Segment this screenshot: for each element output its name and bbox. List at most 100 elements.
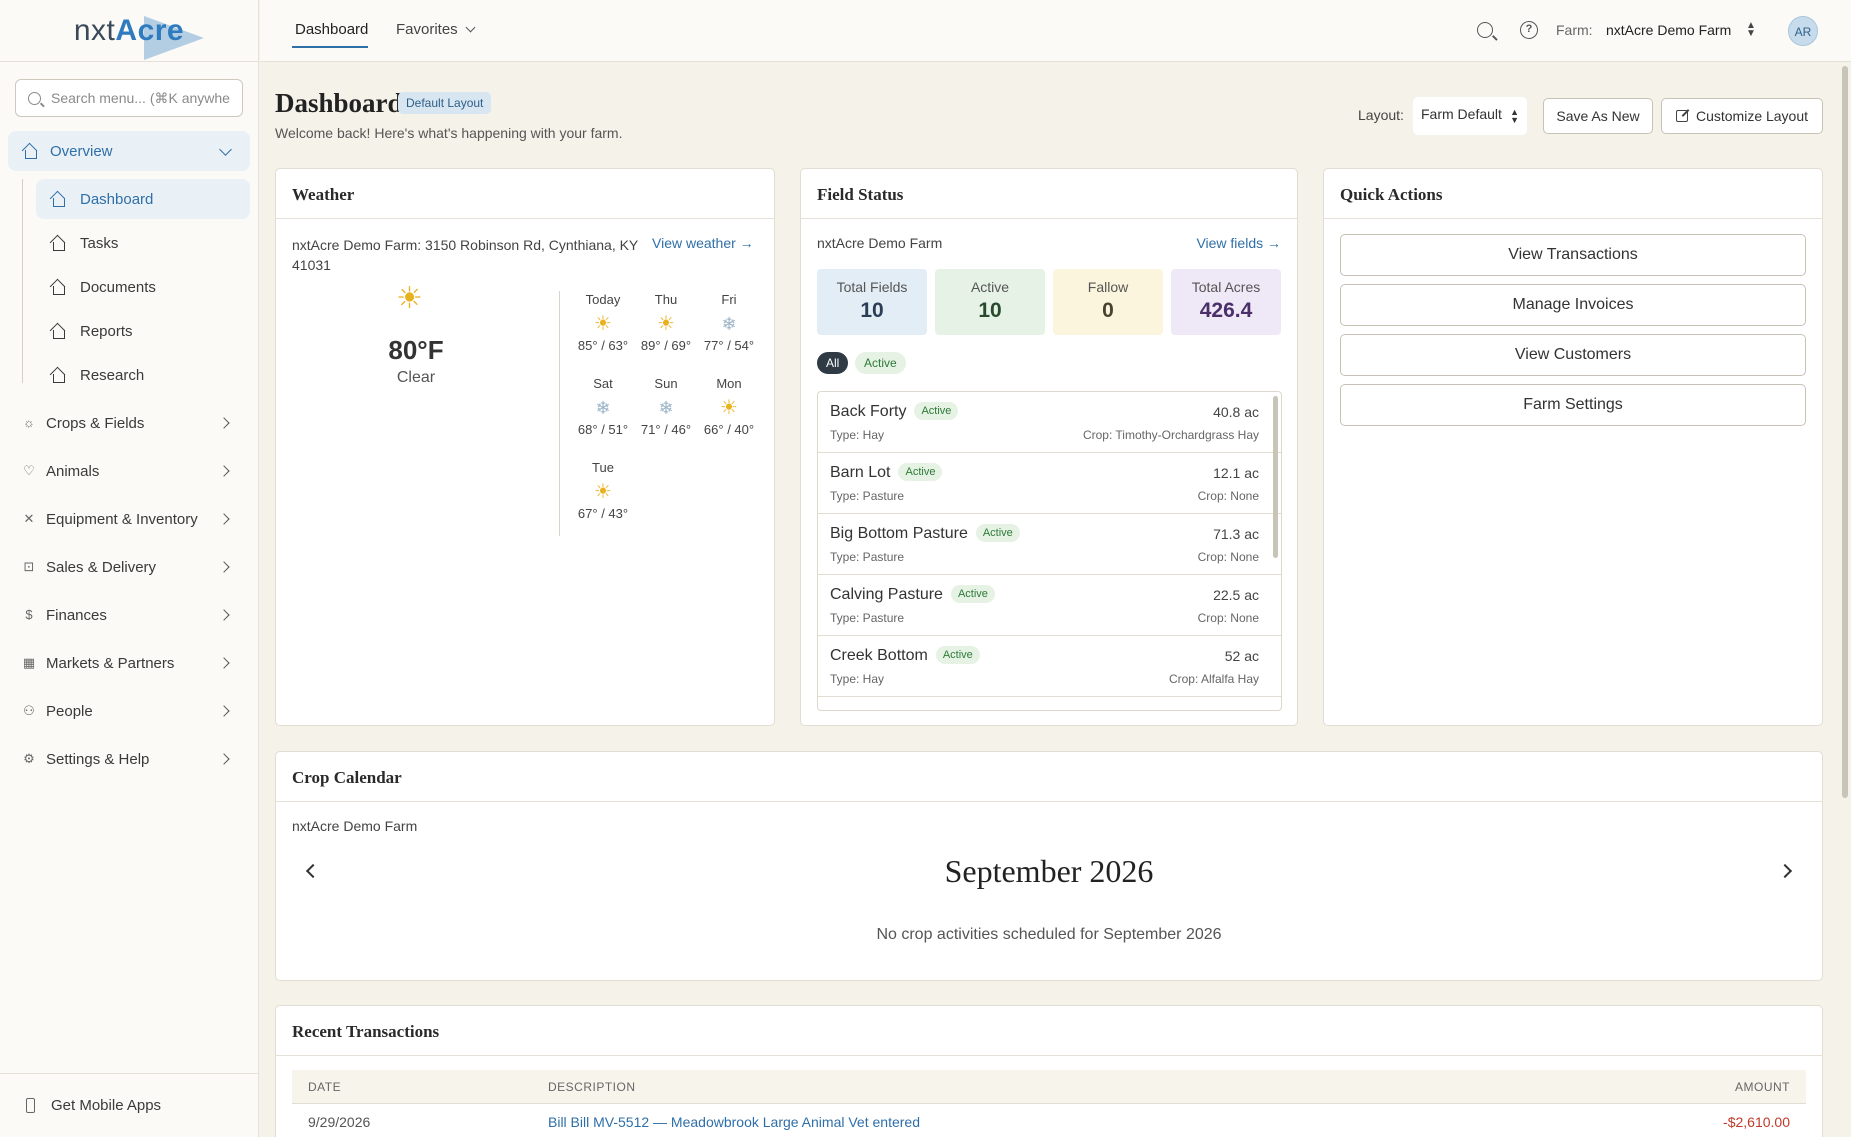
layout-select-value: Farm Default: [1421, 106, 1502, 122]
recent-transactions-card: Recent Transactions DATE DESCRIPTION AMO…: [275, 1005, 1823, 1137]
sidebar-item-label: Crops & Fields: [46, 414, 145, 432]
table-row[interactable]: 9/29/2026 Bill Bill MV-5512 — Meadowbroo…: [292, 1104, 1806, 1137]
sidebar-item-label: Tasks: [80, 234, 119, 252]
updown-icon: ▲ ▼: [1510, 107, 1519, 125]
view-transactions-button[interactable]: View Transactions: [1340, 234, 1806, 276]
field-acres: 52 ac: [1224, 648, 1259, 664]
scrollbar[interactable]: [1273, 396, 1278, 558]
sun-icon: ☀: [396, 282, 423, 315]
sidebar-group-overview[interactable]: Overview: [8, 131, 250, 171]
sidebar-item-research[interactable]: Research: [36, 355, 250, 395]
forecast-temp: 85° / 63°: [577, 338, 629, 353]
field-acres: 12.1 ac: [1213, 465, 1259, 481]
sidebar-item-label: Finances: [46, 606, 107, 624]
page-subtitle: Welcome back! Here's what's happening wi…: [275, 125, 623, 141]
people-icon: ⚇: [23, 703, 35, 718]
sidebar-item-crops-fields[interactable]: ☼ Crops & Fields: [8, 403, 250, 443]
layout-select[interactable]: Farm Default ▲ ▼: [1413, 97, 1527, 135]
sidebar-item-animals[interactable]: ♡ Animals: [8, 451, 250, 491]
field-name: Back Forty: [830, 403, 907, 420]
forecast-day-label: Fri: [721, 292, 737, 307]
filter-all[interactable]: All: [817, 352, 849, 374]
page-title: Dashboard: [275, 88, 403, 118]
field-name: Calving Pasture: [830, 586, 943, 603]
view-weather-link[interactable]: View weather →: [652, 235, 754, 251]
get-mobile-apps[interactable]: Get Mobile Apps: [0, 1073, 259, 1137]
current-temperature: 80°F: [388, 335, 444, 365]
home-icon: [50, 236, 66, 251]
weather-card: Weather nxtAcre Demo Farm: 3150 Robinson…: [275, 168, 775, 726]
tab-dashboard[interactable]: Dashboard: [295, 21, 368, 38]
sidebar-item-sales[interactable]: ⊡ Sales & Delivery: [8, 547, 250, 587]
sidebar-item-settings[interactable]: ⚙ Settings & Help: [8, 739, 250, 779]
sidebar-item-label: Dashboard: [80, 190, 154, 208]
sidebar-item-label: Reports: [80, 322, 133, 340]
layout-label: Layout:: [1358, 107, 1404, 123]
forecast-day: Tue ☀ 67° / 43°: [571, 460, 635, 521]
sidebar-item-markets[interactable]: ▦ Markets & Partners: [8, 643, 250, 683]
snow-cloud-icon: ❄: [658, 398, 674, 418]
field-crop: Crop: Alfalfa Hay: [1168, 672, 1259, 686]
calendar-empty-message: No crop activities scheduled for Septemb…: [876, 926, 1222, 943]
list-item[interactable]: Calving Pasture Active 22.5 ac Type: Pastur…: [818, 575, 1281, 636]
list-item[interactable]: Creek Bottom Active 52 ac Type: Hay Crop: Al…: [818, 636, 1281, 697]
chevron-down-icon: [219, 142, 232, 156]
forecast-day: Today ☀ 85° / 63°: [571, 292, 635, 353]
sidebar-item-finances[interactable]: $ Finances: [8, 595, 250, 635]
avatar[interactable]: AR: [1788, 16, 1818, 46]
tx-description-link[interactable]: Bill Bill MV-5512 — Meadowbrook Large An…: [548, 1114, 920, 1130]
sidebar-item-reports[interactable]: Reports: [36, 311, 250, 351]
customize-label: Customize Layout: [1695, 108, 1809, 124]
farm-settings-button[interactable]: Farm Settings: [1340, 384, 1806, 426]
sidebar: nxtAcre Search menu... (⌘K anywhe Overvi…: [0, 0, 259, 1137]
status-badge: Active: [898, 463, 943, 481]
status-badge: Active: [975, 524, 1020, 542]
chevron-right-icon: [218, 609, 230, 621]
sidebar-item-dashboard[interactable]: Dashboard: [36, 179, 250, 219]
farm-selector[interactable]: nxtAcre Demo Farm: [1606, 22, 1731, 38]
sun-icon: ☀: [594, 313, 612, 335]
building-icon: ▦: [22, 655, 36, 670]
search-input[interactable]: Search menu... (⌘K anywhe: [15, 79, 243, 117]
view-customers-button[interactable]: View Customers: [1340, 334, 1806, 376]
filter-active[interactable]: Active: [855, 352, 906, 374]
forecast-temp: 66° / 40°: [703, 422, 755, 437]
sidebar-item-people[interactable]: ⚇ People: [8, 691, 250, 731]
search-icon[interactable]: [1477, 22, 1493, 38]
list-item[interactable]: Big Bottom Pasture Active 71.3 ac Type: Pas…: [818, 514, 1281, 575]
field-type: Type: Hay: [830, 428, 885, 442]
save-as-new-button[interactable]: Save As New: [1543, 98, 1653, 134]
stat-label: Total Fields: [836, 279, 908, 295]
stat-label: Fallow: [1087, 279, 1129, 295]
logo[interactable]: nxtAcre: [0, 0, 258, 62]
chevron-right-icon: [218, 417, 230, 429]
forecast-temp: 89° / 69°: [640, 338, 692, 353]
sidebar-item-tasks[interactable]: Tasks: [36, 223, 250, 263]
view-fields-link[interactable]: View fields →: [1196, 235, 1281, 251]
save-as-new-label: Save As New: [1556, 108, 1640, 124]
field-type: Type: Pasture: [830, 550, 905, 564]
sidebar-item-documents[interactable]: Documents: [36, 267, 250, 307]
sidebar-group-label: Overview: [50, 142, 113, 160]
list-item[interactable]: Barn Lot Active 12.1 ac Type: Pasture Crop: …: [818, 453, 1281, 514]
weather-title: Weather: [276, 169, 774, 219]
sidebar-item-label: Equipment & Inventory: [46, 510, 198, 528]
page-scrollbar[interactable]: [1842, 66, 1848, 798]
recent-transactions-title: Recent Transactions: [276, 1006, 1822, 1056]
help-icon[interactable]: ?: [1520, 21, 1538, 39]
tab-favorites[interactable]: Favorites: [396, 21, 476, 38]
sidebar-item-equipment[interactable]: ✕ Equipment & Inventory: [8, 499, 250, 539]
list-item[interactable]: Back Forty Active 40.8 ac Type: Hay Crop: Ti…: [818, 392, 1281, 453]
dollar-icon: $: [25, 607, 33, 622]
stat-value: 426.4: [1199, 299, 1253, 322]
farm-label: Farm:: [1556, 22, 1593, 38]
sidebar-item-label: Markets & Partners: [46, 654, 175, 672]
forecast-day-label: Mon: [716, 376, 742, 391]
manage-invoices-button[interactable]: Manage Invoices: [1340, 284, 1806, 326]
customize-layout-button[interactable]: Customize Layout: [1661, 98, 1823, 134]
column-description: DESCRIPTION: [548, 1080, 636, 1094]
stat-value: 10: [978, 299, 1002, 322]
weather-divider: [559, 291, 560, 536]
chevron-right-icon: [218, 753, 230, 765]
updown-icon[interactable]: ▲ ▼: [1746, 21, 1756, 39]
